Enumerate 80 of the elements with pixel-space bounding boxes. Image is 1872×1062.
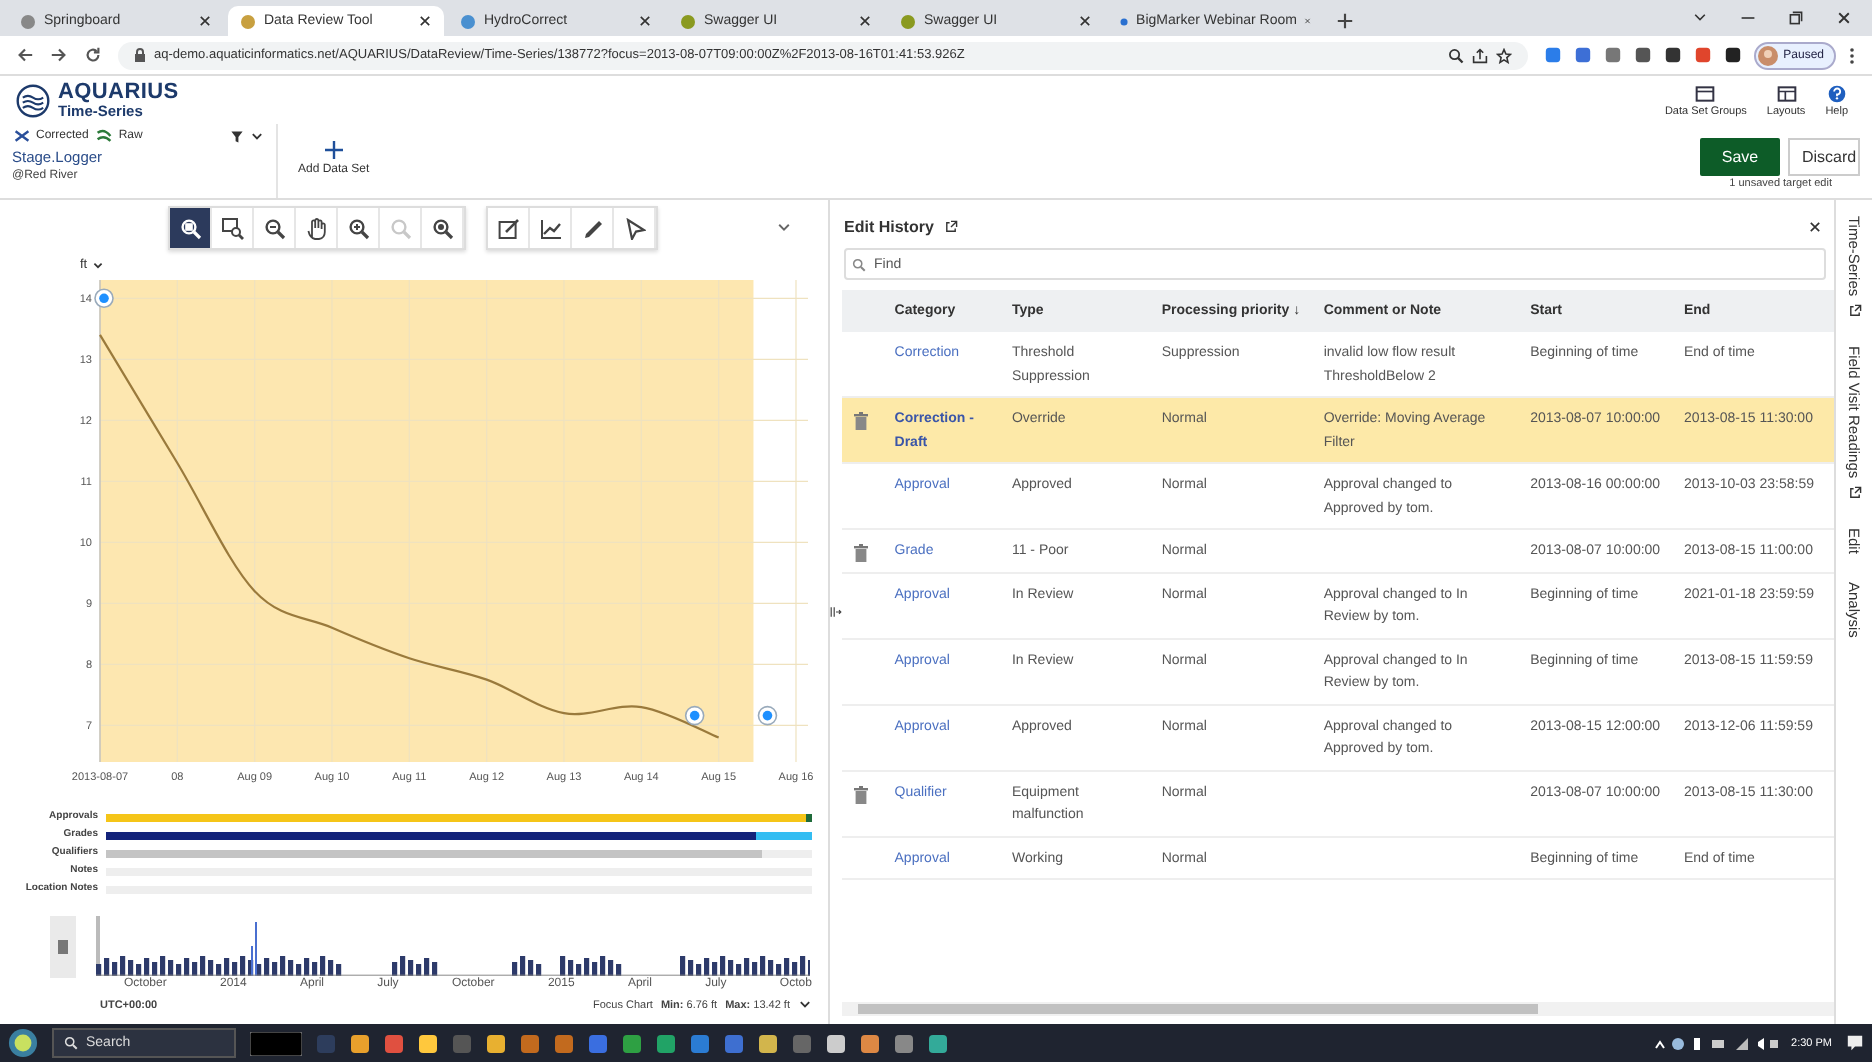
series-icon <box>94 128 115 144</box>
tool-button[interactable] <box>614 208 656 248</box>
tool-button[interactable] <box>338 208 380 248</box>
close-icon[interactable] <box>1836 10 1852 26</box>
pin-icon[interactable] <box>757 705 778 726</box>
close-icon[interactable] <box>1078 14 1092 28</box>
avatar-icon <box>1757 45 1778 65</box>
hand-icon <box>305 217 327 239</box>
site-icon <box>680 13 696 29</box>
layout-icon <box>1775 83 1798 103</box>
logo-icon <box>16 83 50 117</box>
site-icon <box>240 13 256 29</box>
trash-icon[interactable] <box>854 785 868 803</box>
panel-title: Edit History <box>844 217 934 235</box>
magnifier-icon <box>389 217 411 239</box>
close-icon[interactable] <box>858 14 872 28</box>
pin-icon[interactable] <box>94 288 114 309</box>
plus-icon <box>323 140 344 160</box>
tool-button[interactable] <box>296 208 338 248</box>
panel-icon <box>1694 83 1717 103</box>
back-icon[interactable] <box>16 46 34 64</box>
share-icon[interactable] <box>1471 47 1488 63</box>
filter-icon[interactable] <box>230 129 244 143</box>
close-icon[interactable] <box>1808 219 1822 233</box>
scrollbar[interactable] <box>842 1002 1834 1016</box>
lock-icon <box>134 48 146 62</box>
tool-button[interactable] <box>212 208 254 248</box>
notification-icon[interactable] <box>1846 1034 1864 1052</box>
site-icon <box>900 13 916 29</box>
site-icon <box>1120 13 1129 29</box>
start-icon[interactable] <box>8 1028 38 1058</box>
zoom-in-icon <box>347 217 369 239</box>
overview-chart[interactable] <box>96 916 810 976</box>
zoom-box-icon <box>221 217 243 239</box>
close-icon[interactable] <box>418 14 432 28</box>
plus-icon[interactable] <box>1336 12 1354 30</box>
grip-icon <box>58 940 68 954</box>
discard-button[interactable]: Discard <box>1788 138 1860 176</box>
pin-icon[interactable] <box>684 705 705 726</box>
tool-button[interactable] <box>488 208 530 248</box>
popout-icon <box>943 219 958 233</box>
zoom-icon[interactable] <box>1447 47 1464 63</box>
save-button[interactable]: Save <box>1700 138 1780 176</box>
tool-button[interactable] <box>254 208 296 248</box>
pointer-icon <box>623 217 645 239</box>
zoom-in-icon <box>431 217 453 239</box>
star-icon[interactable] <box>1495 47 1512 63</box>
logo-title: AQUARIUS <box>58 81 179 104</box>
chevron-down-icon <box>91 259 104 271</box>
tool-button[interactable] <box>530 208 572 248</box>
chevron-down-icon[interactable] <box>776 220 792 236</box>
resize-handle-icon[interactable] <box>830 604 842 620</box>
reload-icon[interactable] <box>84 46 102 64</box>
magnifier-icon <box>179 217 201 239</box>
site-icon <box>20 13 36 29</box>
tool-button[interactable] <box>422 208 464 248</box>
edit-icon <box>497 217 519 239</box>
pencil-icon <box>581 217 603 239</box>
search-icon <box>64 1036 78 1050</box>
tool-button[interactable] <box>572 208 614 248</box>
help-icon <box>1825 83 1848 103</box>
popout-icon <box>1847 486 1861 501</box>
chevron-down-icon[interactable] <box>798 998 812 1012</box>
zoom-out-icon <box>263 217 285 239</box>
restore-icon[interactable] <box>1788 10 1804 26</box>
site-icon <box>460 13 476 29</box>
line-chart-icon <box>539 217 561 239</box>
chevron-down-icon[interactable] <box>250 129 264 143</box>
trash-icon[interactable] <box>854 544 868 562</box>
close-icon[interactable] <box>638 14 652 28</box>
close-icon[interactable] <box>198 14 212 28</box>
chevron-down-icon[interactable] <box>1692 10 1708 26</box>
trash-icon[interactable] <box>854 412 868 430</box>
series-icon <box>12 128 32 144</box>
overview-handle[interactable] <box>50 916 76 978</box>
popout-icon <box>1847 304 1861 319</box>
tool-button[interactable] <box>170 208 212 248</box>
search-icon <box>852 258 866 272</box>
forward-icon[interactable] <box>50 46 68 64</box>
menu-dots-icon[interactable] <box>1848 45 1856 65</box>
